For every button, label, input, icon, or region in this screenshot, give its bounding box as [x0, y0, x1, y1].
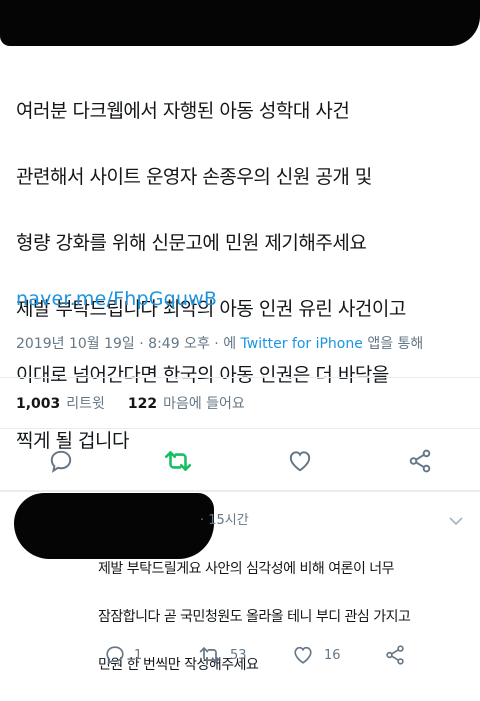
reply-icon — [50, 450, 72, 473]
reply-icon — [106, 646, 124, 666]
like-icon — [294, 646, 312, 664]
reply-reply-button[interactable]: 1 — [104, 644, 142, 666]
reply-like-count: 16 — [324, 647, 341, 663]
divider — [0, 428, 480, 429]
share-icon — [409, 449, 431, 473]
share-button[interactable] — [407, 448, 433, 474]
like-label: 마음에 들어요 — [163, 396, 245, 412]
tweet-stats: 1,003 리트윗 122 마음에 들어요 — [16, 393, 245, 413]
tweet-text: 여러분 다크웹에서 자행된 아동 성학대 사건 관련해서 사이트 운영자 손종우… — [16, 62, 468, 491]
reply-timestamp: · 15시간 — [200, 513, 249, 528]
reply-time: 15시간 — [208, 513, 249, 528]
retweet-stat[interactable]: 1,003 리트윗 — [16, 396, 105, 412]
reply-text-line: 민원 한 번씩만 작성해주세요 — [98, 657, 259, 673]
tweet-meta: 2019년 10월 19일 · 8:49 오후 · 에 Twitter for … — [16, 333, 476, 353]
divider — [0, 377, 480, 378]
retweet-count: 1,003 — [16, 396, 61, 412]
reply-count: 1 — [134, 647, 143, 663]
retweet-icon — [199, 647, 221, 663]
like-count: 122 — [127, 396, 158, 412]
retweet-button[interactable] — [163, 448, 193, 474]
divider — [0, 490, 480, 492]
reply-like-button[interactable]: 16 — [292, 644, 341, 666]
retweet-icon — [164, 451, 192, 471]
reply-text-line: 제발 부탁드릴게요 사안의 심각성에 비해 여론이 너무 — [98, 561, 395, 577]
reply-menu[interactable] — [448, 512, 464, 531]
via-suffix: 앱을 통해 — [367, 336, 424, 352]
share-icon — [386, 645, 404, 665]
tweet-link[interactable]: naver.me/FhpGquwB — [16, 288, 217, 310]
reply-retweet-button[interactable]: 53 — [198, 644, 247, 666]
reply-text-line: 잠잠합니다 곧 국민청원도 올라올 테니 부디 관심 가지고 — [98, 609, 411, 625]
reply-share-button[interactable] — [384, 644, 406, 666]
like-stat[interactable]: 122 마음에 들어요 — [128, 396, 245, 412]
reply-text: 제발 부탁드릴게요 사안의 심각성에 비해 여론이 너무 잠잠합니다 곧 국민청… — [98, 533, 468, 701]
tweet-text-line: 관련해서 사이트 운영자 손종우의 신원 공개 및 — [16, 166, 372, 188]
tweet-text-line: 찍게 될 겁니다 — [16, 430, 129, 452]
retweet-label: 리트윗 — [66, 396, 105, 412]
meta-separator: · — [139, 336, 149, 352]
via-app-link[interactable]: Twitter for iPhone — [241, 336, 363, 352]
via-prefix: 에 — [223, 336, 237, 352]
like-icon — [289, 451, 311, 472]
reply-retweet-count: 53 — [230, 647, 247, 663]
meta-separator: · — [214, 336, 224, 352]
tweet-time[interactable]: 8:49 오후 — [148, 336, 210, 352]
chevron-down-icon — [449, 517, 463, 526]
tweet-text-line: 이대로 넘어간다면 한국의 아동 인권은 더 바닥을 — [16, 364, 389, 386]
tweet-date[interactable]: 2019년 10월 19일 — [16, 336, 135, 352]
redacted-header — [0, 0, 480, 46]
like-button[interactable] — [287, 448, 313, 474]
tweet-text-line: 여러분 다크웹에서 자행된 아동 성학대 사건 — [16, 100, 350, 122]
tweet-text-line: 형량 강화를 위해 신문고에 민원 제기해주세요 — [16, 232, 367, 254]
reply-button[interactable] — [48, 448, 74, 474]
